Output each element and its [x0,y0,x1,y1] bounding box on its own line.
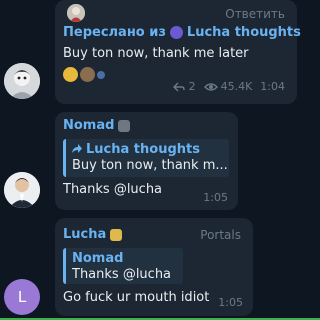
reaction-emoji-icon[interactable] [97,70,105,79]
message-text: Thanks @lucha [63,182,163,197]
quote-author: Nomad [72,251,177,266]
avatar[interactable]: L [4,279,40,315]
forward-source-avatar[interactable] [67,4,85,22]
message-bubble[interactable]: Ответить Переслано из Lucha thoughts Buy… [55,0,301,104]
forward-arrow-icon [72,142,82,157]
share-icon[interactable] [172,82,185,92]
message-time: 1:05 [218,296,243,309]
sender-label[interactable]: Nomad [63,118,114,133]
sender-badge-icon [118,119,131,132]
quote-author-name: Lucha thoughts [86,142,200,157]
sender-badge-icon [110,228,123,241]
eye-icon [203,82,218,92]
sender-label[interactable]: Lucha [63,227,106,242]
quote-author: Lucha thoughts [72,142,223,157]
sender-name[interactable]: Nomad [63,118,131,133]
forward-source-name[interactable]: Lucha thoughts [187,25,301,40]
message-bubble[interactable]: Nomad Lucha thoughts Buy ton now, thank … [55,112,238,210]
reactions[interactable] [63,67,107,82]
quote-text: Thanks @lucha [72,267,172,282]
message-time: 1:05 [203,191,228,204]
reply-button[interactable]: Ответить [225,7,285,21]
forward-header[interactable]: Переслано из Lucha thoughts [63,25,301,40]
reaction-emoji-icon[interactable] [80,67,95,82]
forward-prefix: Переслано из [63,25,166,40]
message-text: Buy ton now, thank me later [63,46,249,61]
reply-quote[interactable]: Nomad Thanks @lucha [63,248,183,284]
views-count: 45.4K [220,80,253,93]
replies-count[interactable]: 2 [189,80,196,93]
message-time: 1:04 [260,80,285,93]
avatar[interactable] [4,63,40,99]
quote-author-name: Nomad [72,251,124,266]
reply-quote[interactable]: Lucha thoughts Buy ton now, thank m... [63,139,229,177]
sender-name[interactable]: Lucha [63,227,123,242]
reaction-emoji-icon[interactable] [63,67,78,82]
channel-avatar-icon [169,26,183,39]
message-meta: 2 45.4K 1:04 [169,80,285,93]
quote-text: Buy ton now, thank m... [72,158,228,173]
message-text: Go fuck ur mouth idiot [63,290,210,305]
chat-view: Ответить Переслано из Lucha thoughts Buy… [0,0,320,320]
admin-title: Portals [200,228,241,242]
avatar-letter: L [17,288,27,306]
avatar[interactable] [4,172,40,208]
message-bubble[interactable]: Lucha Portals Nomad Thanks @lucha Go fuc… [55,218,253,316]
